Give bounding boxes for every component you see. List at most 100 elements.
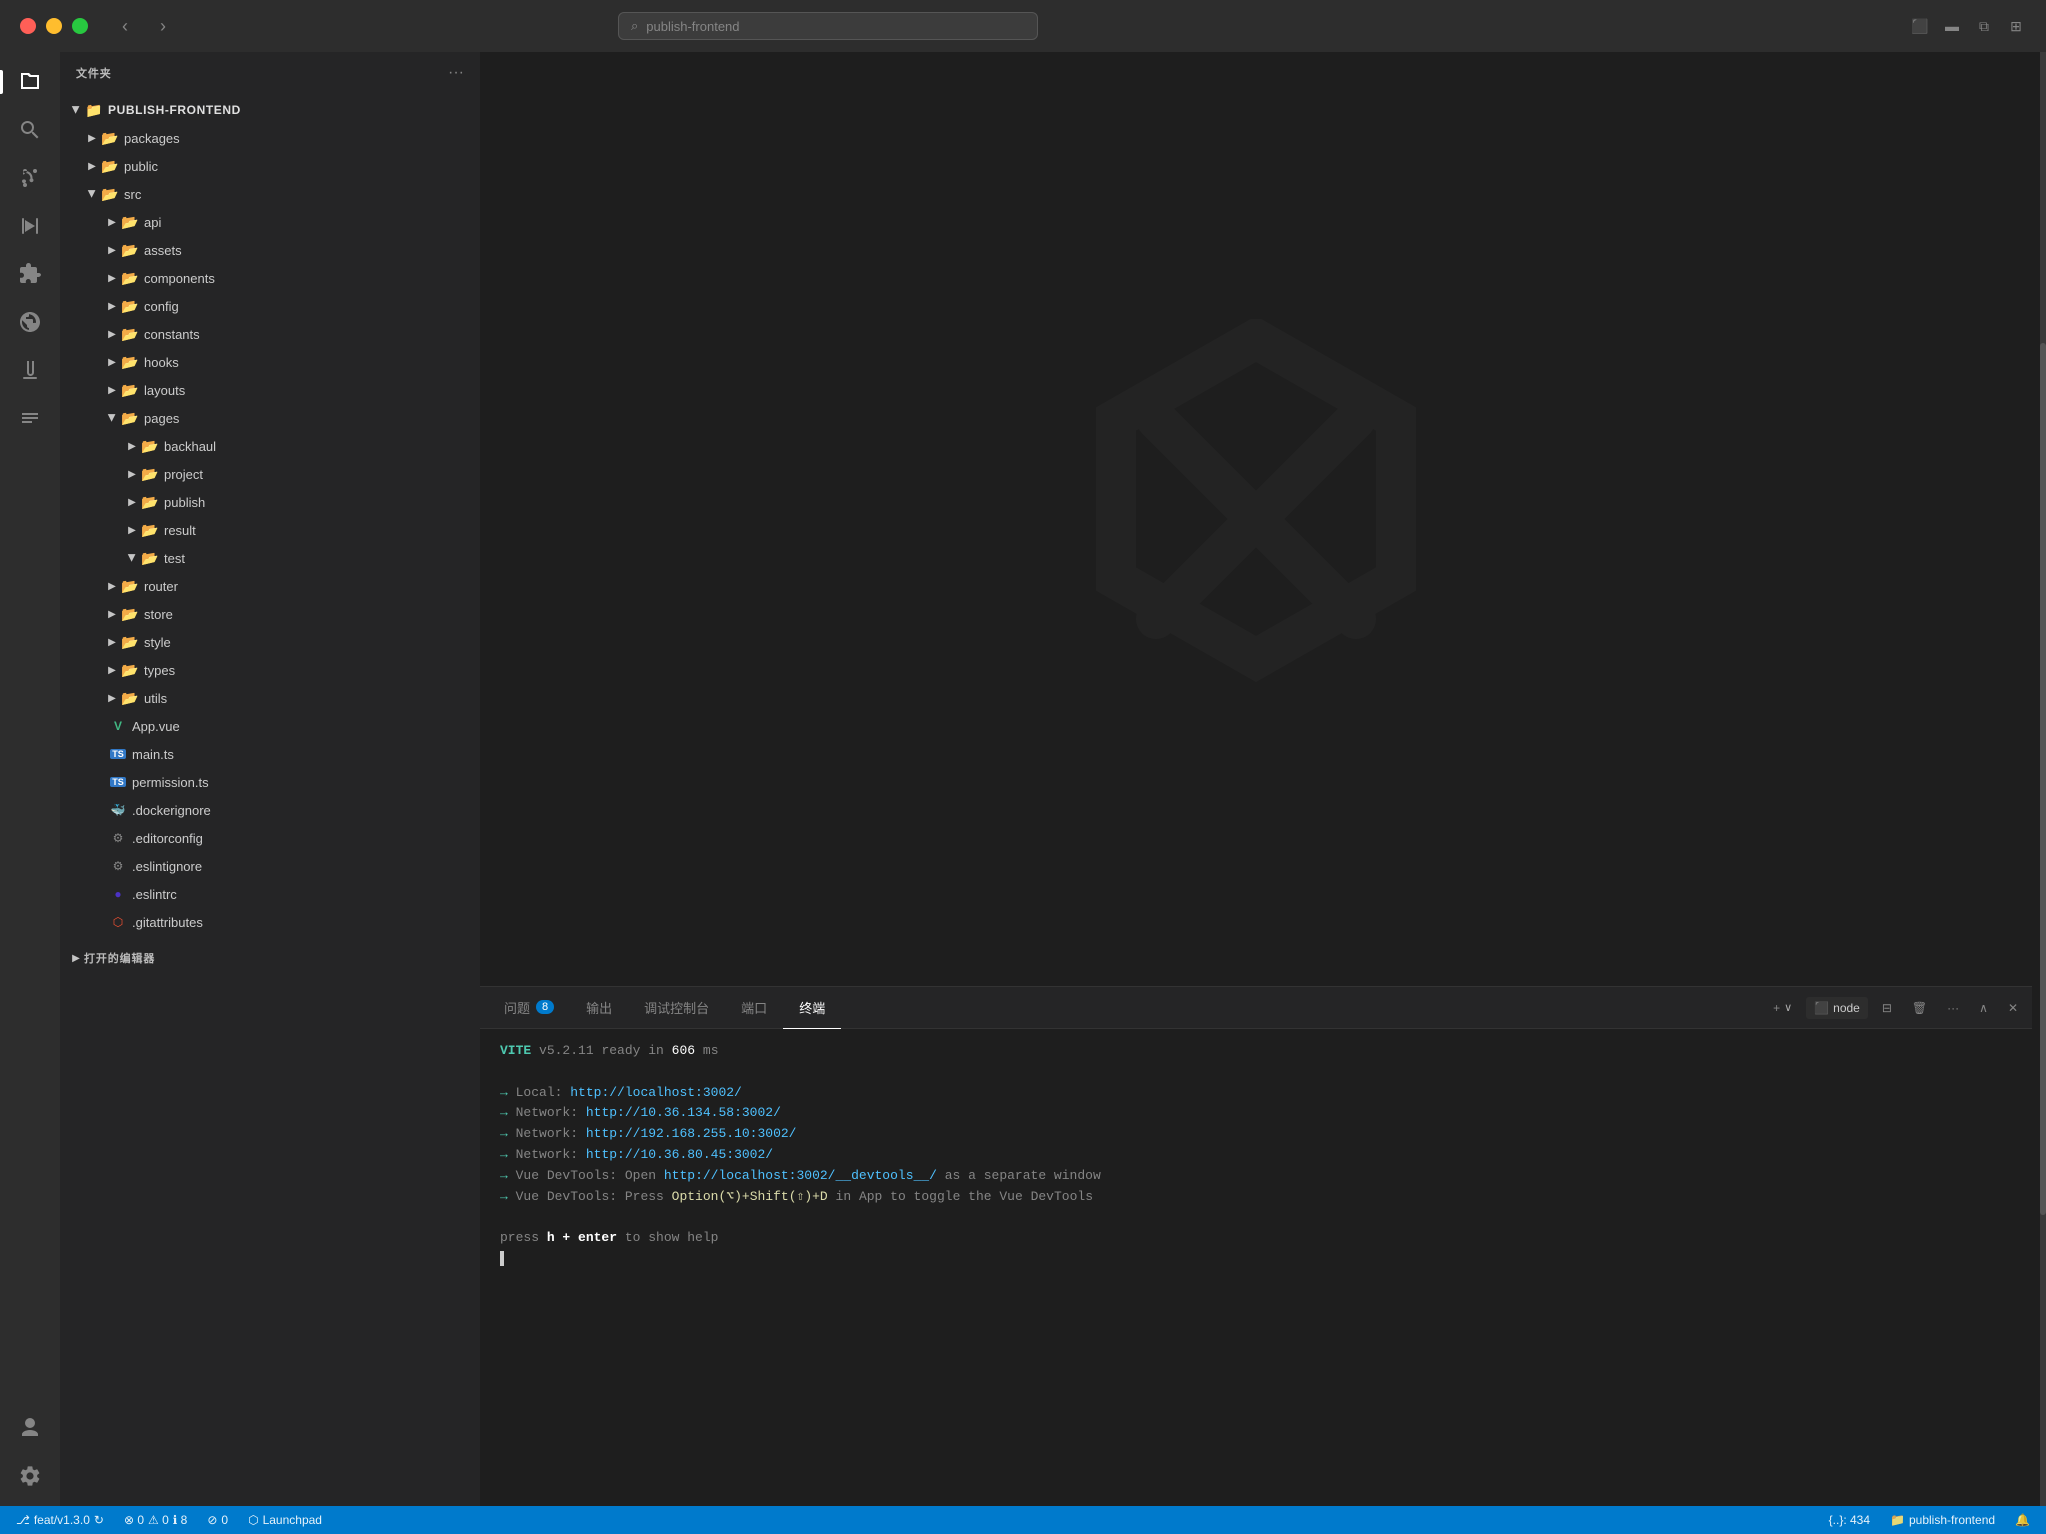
close-button[interactable] — [20, 18, 36, 34]
sidebar-menu-icon[interactable]: ··· — [448, 64, 464, 82]
arrow-network2: → — [500, 1126, 508, 1141]
network1-url: http://10.36.134.58:3002/ — [586, 1105, 781, 1120]
vite-text: VITE — [500, 1043, 531, 1058]
tab-debug-console[interactable]: 调试控制台 — [628, 987, 725, 1029]
account-icon — [18, 1416, 42, 1440]
activity-item-extensions[interactable] — [8, 252, 52, 296]
scrollbar-track[interactable] — [2040, 52, 2046, 1506]
tree-item-editorconfig[interactable]: ▶ ⚙ .editorconfig — [60, 824, 480, 852]
scrollbar-thumb[interactable] — [2040, 343, 2046, 1215]
split-terminal-button[interactable]: ⊟ — [1876, 997, 1898, 1019]
sidebar-header: 文件夹 ··· — [60, 52, 480, 94]
tree-item-result[interactable]: ▶ 📂 result — [60, 516, 480, 544]
tree-item-project[interactable]: ▶ 📂 project — [60, 460, 480, 488]
tree-item-types[interactable]: ▶ 📂 types — [60, 656, 480, 684]
close-panel-button[interactable]: ✕ — [2002, 997, 2024, 1019]
tree-item-gitattributes[interactable]: ▶ ⬡ .gitattributes — [60, 908, 480, 936]
activity-item-test[interactable] — [8, 348, 52, 392]
tree-item-src[interactable]: ▶ 📂 src — [60, 180, 480, 208]
activity-item-run[interactable] — [8, 204, 52, 248]
terminal-name: node — [1833, 1001, 1860, 1015]
layouts-folder-icon: 📂 — [120, 380, 140, 400]
minimize-button[interactable] — [46, 18, 62, 34]
tab-output[interactable]: 输出 — [570, 987, 628, 1029]
terminal-content[interactable]: VITE v5.2.11 ready in 606 ms → Local: ht… — [480, 1029, 2032, 1506]
devtools2-press: Press — [625, 1189, 672, 1204]
tree-item-pages[interactable]: ▶ 📂 pages — [60, 404, 480, 432]
tree-item-hooks[interactable]: ▶ 📂 hooks — [60, 348, 480, 376]
tab-ports[interactable]: 端口 — [725, 987, 783, 1029]
tree-item-layouts[interactable]: ▶ 📂 layouts — [60, 376, 480, 404]
tree-item-store[interactable]: ▶ 📂 store — [60, 600, 480, 628]
status-no-problems[interactable]: ⊘ 0 — [201, 1506, 234, 1534]
tree-item-publish[interactable]: ▶ 📂 publish — [60, 488, 480, 516]
output-tab-label: 输出 — [586, 998, 612, 1017]
open-editors-section[interactable]: ▶ 打开的编辑器 — [60, 944, 480, 972]
hooks-folder-icon: 📂 — [120, 352, 140, 372]
hooks-chevron: ▶ — [104, 354, 120, 370]
new-terminal-dropdown: ∨ — [1784, 1001, 1792, 1014]
split-editor-icon[interactable]: ⧉ — [1974, 16, 1994, 36]
search-bar[interactable]: ⌕ publish-frontend — [618, 12, 1038, 40]
sidebar-toggle-icon[interactable]: ⬛ — [1910, 16, 1930, 36]
tree-item-router[interactable]: ▶ 📂 router — [60, 572, 480, 600]
tree-item-assets[interactable]: ▶ 📂 assets — [60, 236, 480, 264]
tree-item-utils[interactable]: ▶ 📂 utils — [60, 684, 480, 712]
terminal-line-network1: → Network: http://10.36.134.58:3002/ — [500, 1103, 2012, 1124]
network1-label: Network: — [516, 1105, 586, 1120]
tree-item-constants[interactable]: ▶ 📂 constants — [60, 320, 480, 348]
tree-item-main-ts[interactable]: ▶ TS main.ts — [60, 740, 480, 768]
tree-item-test[interactable]: ▶ 📂 test — [60, 544, 480, 572]
tab-terminal[interactable]: 终端 — [783, 987, 841, 1029]
panel-toggle-icon[interactable]: ▬ — [1942, 16, 1962, 36]
tree-item-components[interactable]: ▶ 📂 components — [60, 264, 480, 292]
eslintrc-label: .eslintrc — [132, 887, 177, 902]
tree-item-dockerignore[interactable]: ▶ 🐳 .dockerignore — [60, 796, 480, 824]
nav-back-button[interactable]: ‹ — [114, 12, 136, 41]
tree-item-app-vue[interactable]: ▶ V App.vue — [60, 712, 480, 740]
activity-item-checklist[interactable] — [8, 396, 52, 440]
activity-item-search[interactable] — [8, 108, 52, 152]
status-launchpad[interactable]: ⬡ Launchpad — [242, 1506, 328, 1534]
status-branch[interactable]: ⎇ feat/v1.3.0 ↻ — [10, 1506, 110, 1534]
more-terminal-button[interactable]: ··· — [1941, 997, 1965, 1019]
tree-item-eslintrc[interactable]: ▶ ● .eslintrc — [60, 880, 480, 908]
tree-item-permission-ts[interactable]: ▶ TS permission.ts — [60, 768, 480, 796]
tree-item-public[interactable]: ▶ 📂 public — [60, 152, 480, 180]
test-icon — [18, 358, 42, 382]
tree-item-api[interactable]: ▶ 📂 api — [60, 208, 480, 236]
tree-item-eslintignore[interactable]: ▶ ⚙ .eslintignore — [60, 852, 480, 880]
status-bell[interactable]: 🔔 — [2009, 1506, 2036, 1534]
result-folder-icon: 📂 — [140, 520, 160, 540]
extensions-icon — [18, 262, 42, 286]
activity-item-source-control[interactable] — [8, 156, 52, 200]
help-prefix: press — [500, 1230, 547, 1245]
kill-terminal-button[interactable]: 🗑 — [1906, 997, 1933, 1019]
layout-icon[interactable]: ⊞ — [2006, 16, 2026, 36]
tab-problems[interactable]: 问题 8 — [488, 987, 570, 1029]
terminal-cursor-line — [500, 1249, 2012, 1270]
tree-item-config[interactable]: ▶ 📂 config — [60, 292, 480, 320]
info-text: ℹ 8 — [173, 1513, 188, 1527]
arrow-devtools2: → — [500, 1189, 508, 1204]
terminal-name-chip[interactable]: ⬛ node — [1806, 997, 1868, 1019]
activity-item-account[interactable] — [8, 1406, 52, 1450]
tree-item-backhaul[interactable]: ▶ 📂 backhaul — [60, 432, 480, 460]
activity-item-remote[interactable] — [8, 300, 52, 344]
gitattributes-label: .gitattributes — [132, 915, 203, 930]
root-folder-icon: 📁 — [84, 100, 104, 120]
status-project[interactable]: 📁 publish-frontend — [1884, 1506, 2001, 1534]
status-cursor-pos[interactable]: {..}: 434 — [1823, 1506, 1876, 1534]
tree-item-packages[interactable]: ▶ 📂 packages — [60, 124, 480, 152]
assets-chevron: ▶ — [104, 242, 120, 258]
nav-forward-button[interactable]: › — [152, 12, 174, 41]
activity-item-settings[interactable] — [8, 1454, 52, 1498]
new-terminal-button[interactable]: + ∨ — [1767, 997, 1798, 1019]
main-layout: 文件夹 ··· ▶ 📁 PUBLISH-FRONTEND ▶ 📂 package… — [0, 52, 2046, 1506]
maximize-button[interactable] — [72, 18, 88, 34]
collapse-panel-button[interactable]: ∧ — [1973, 997, 1994, 1019]
tree-root[interactable]: ▶ 📁 PUBLISH-FRONTEND — [60, 96, 480, 124]
tree-item-style[interactable]: ▶ 📂 style — [60, 628, 480, 656]
activity-item-explorer[interactable] — [8, 60, 52, 104]
status-errors[interactable]: ⊗ 0 ⚠ 0 ℹ 8 — [118, 1506, 193, 1534]
